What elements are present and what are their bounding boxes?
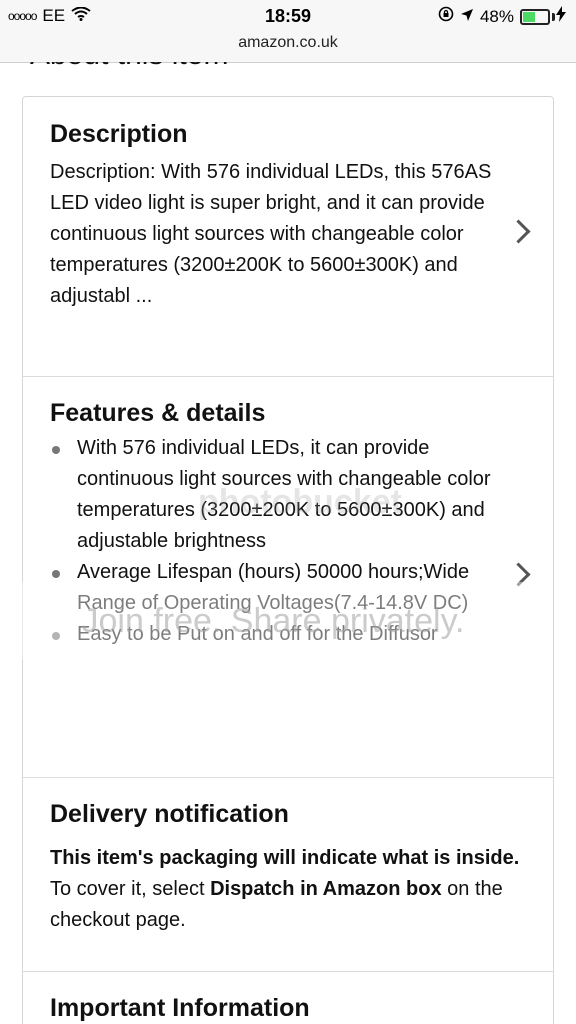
page-content: About this item Description Description:… (0, 62, 576, 1024)
delivery-section: Delivery notification This item's packag… (23, 777, 553, 972)
delivery-bold-notice: This item's packaging will indicate what… (50, 847, 520, 869)
delivery-title: Delivery notification (50, 800, 289, 828)
status-right: 48% (438, 6, 566, 27)
description-section[interactable]: Description Description: With 576 indivi… (23, 97, 553, 377)
feature-item: Easy to be Put on and off for the Diffus… (50, 619, 495, 650)
important-info-block: Important Information (50, 993, 310, 1023)
status-bar: ooooo EE 18:59 48% (0, 0, 576, 34)
features-title: Features & details (50, 399, 266, 427)
description-title: Description (50, 120, 188, 148)
features-section[interactable]: Features & details With 576 individual L… (23, 376, 553, 778)
about-this-item-heading: About this item (30, 62, 228, 72)
about-item-card: Description Description: With 576 indivi… (22, 96, 554, 1024)
address-bar-url: amazon.co.uk (238, 34, 338, 51)
chevron-right-icon[interactable] (506, 562, 531, 587)
battery-percent: 48% (479, 6, 514, 26)
dispatch-option-name: Dispatch in Amazon box (210, 878, 442, 900)
rotation-lock-icon (438, 6, 454, 27)
description-text: Description: With 576 individual LEDs, t… (50, 161, 492, 307)
description-block: Description Description: With 576 indivi… (50, 119, 495, 312)
address-bar[interactable]: amazon.co.uk (0, 34, 576, 63)
features-block: Features & details With 576 individual L… (50, 398, 495, 650)
features-list: With 576 individual LEDs, it can provide… (50, 433, 495, 650)
battery-fill (523, 11, 536, 22)
important-info-title: Important Information (50, 994, 310, 1022)
location-arrow-icon (460, 7, 474, 27)
battery-icon (520, 8, 555, 25)
chevron-right-icon[interactable] (506, 219, 531, 244)
feature-item: Average Lifespan (hours) 50000 hours;Wid… (50, 557, 495, 619)
delivery-text: This item's packaging will indicate what… (50, 847, 520, 931)
feature-item: With 576 individual LEDs, it can provide… (50, 433, 495, 557)
delivery-block: Delivery notification This item's packag… (50, 799, 525, 936)
charging-bolt-icon (556, 6, 566, 27)
important-info-section[interactable]: Important Information (23, 971, 553, 1024)
